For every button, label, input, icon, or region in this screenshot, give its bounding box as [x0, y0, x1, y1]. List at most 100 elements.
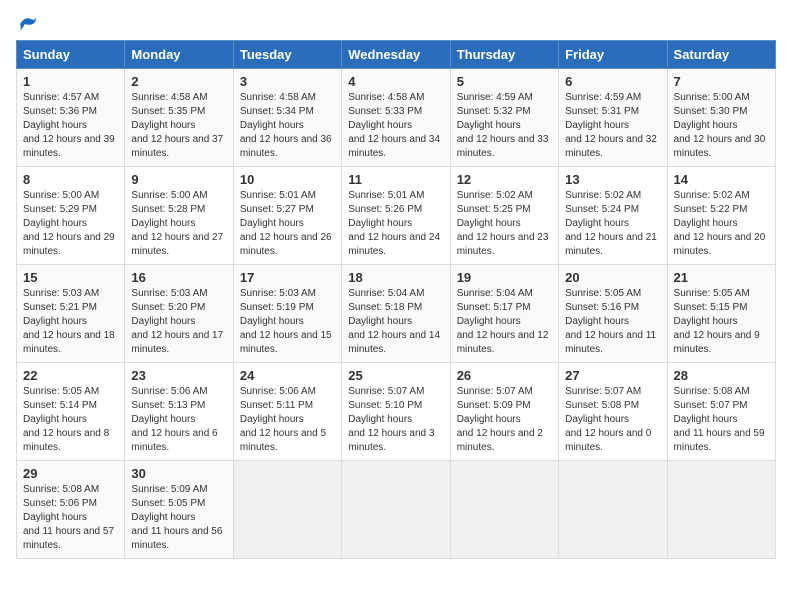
empty-cell: [342, 461, 450, 559]
day-number: 15: [23, 270, 118, 285]
calendar-cell-28: 28 Sunrise: 5:08 AM Sunset: 5:07 PM Dayl…: [667, 363, 775, 461]
day-info: Sunrise: 5:07 AM Sunset: 5:10 PM Dayligh…: [348, 385, 443, 455]
calendar-cell-26: 26 Sunrise: 5:07 AM Sunset: 5:09 PM Dayl…: [450, 363, 558, 461]
calendar-row-2: 8 Sunrise: 5:00 AM Sunset: 5:29 PM Dayli…: [17, 167, 776, 265]
calendar-cell-1: 1 Sunrise: 4:57 AM Sunset: 5:36 PM Dayli…: [17, 69, 125, 167]
col-friday: Friday: [559, 41, 667, 69]
calendar-cell-24: 24 Sunrise: 5:06 AM Sunset: 5:11 PM Dayl…: [233, 363, 341, 461]
calendar-cell-15: 15 Sunrise: 5:03 AM Sunset: 5:21 PM Dayl…: [17, 265, 125, 363]
day-info: Sunrise: 4:59 AM Sunset: 5:31 PM Dayligh…: [565, 91, 660, 161]
logo: [16, 16, 40, 32]
day-number: 20: [565, 270, 660, 285]
day-number: 1: [23, 74, 118, 89]
calendar-cell-8: 8 Sunrise: 5:00 AM Sunset: 5:29 PM Dayli…: [17, 167, 125, 265]
day-number: 23: [131, 368, 226, 383]
day-info: Sunrise: 5:04 AM Sunset: 5:18 PM Dayligh…: [348, 287, 443, 357]
day-info: Sunrise: 5:02 AM Sunset: 5:24 PM Dayligh…: [565, 189, 660, 259]
day-info: Sunrise: 5:03 AM Sunset: 5:21 PM Dayligh…: [23, 287, 118, 357]
calendar-row-3: 15 Sunrise: 5:03 AM Sunset: 5:21 PM Dayl…: [17, 265, 776, 363]
day-info: Sunrise: 5:07 AM Sunset: 5:09 PM Dayligh…: [457, 385, 552, 455]
calendar-cell-18: 18 Sunrise: 5:04 AM Sunset: 5:18 PM Dayl…: [342, 265, 450, 363]
calendar-table: Sunday Monday Tuesday Wednesday Thursday…: [16, 40, 776, 559]
day-info: Sunrise: 5:05 AM Sunset: 5:16 PM Dayligh…: [565, 287, 660, 357]
calendar-cell-5: 5 Sunrise: 4:59 AM Sunset: 5:32 PM Dayli…: [450, 69, 558, 167]
day-info: Sunrise: 5:02 AM Sunset: 5:22 PM Dayligh…: [674, 189, 769, 259]
calendar-cell-19: 19 Sunrise: 5:04 AM Sunset: 5:17 PM Dayl…: [450, 265, 558, 363]
col-wednesday: Wednesday: [342, 41, 450, 69]
calendar-cell-22: 22 Sunrise: 5:05 AM Sunset: 5:14 PM Dayl…: [17, 363, 125, 461]
calendar-cell-4: 4 Sunrise: 4:58 AM Sunset: 5:33 PM Dayli…: [342, 69, 450, 167]
col-tuesday: Tuesday: [233, 41, 341, 69]
day-number: 16: [131, 270, 226, 285]
calendar-cell-11: 11 Sunrise: 5:01 AM Sunset: 5:26 PM Dayl…: [342, 167, 450, 265]
day-info: Sunrise: 5:03 AM Sunset: 5:20 PM Dayligh…: [131, 287, 226, 357]
day-info: Sunrise: 5:09 AM Sunset: 5:05 PM Dayligh…: [131, 483, 226, 553]
calendar-cell-13: 13 Sunrise: 5:02 AM Sunset: 5:24 PM Dayl…: [559, 167, 667, 265]
day-number: 14: [674, 172, 769, 187]
day-info: Sunrise: 5:00 AM Sunset: 5:28 PM Dayligh…: [131, 189, 226, 259]
calendar-cell-30: 30 Sunrise: 5:09 AM Sunset: 5:05 PM Dayl…: [125, 461, 233, 559]
day-number: 7: [674, 74, 769, 89]
day-number: 13: [565, 172, 660, 187]
logo-bird-icon: [18, 16, 38, 32]
logo-area: [16, 16, 40, 32]
empty-cell: [559, 461, 667, 559]
calendar-cell-6: 6 Sunrise: 4:59 AM Sunset: 5:31 PM Dayli…: [559, 69, 667, 167]
day-info: Sunrise: 4:59 AM Sunset: 5:32 PM Dayligh…: [457, 91, 552, 161]
calendar-cell-27: 27 Sunrise: 5:07 AM Sunset: 5:08 PM Dayl…: [559, 363, 667, 461]
day-number: 25: [348, 368, 443, 383]
calendar-cell-16: 16 Sunrise: 5:03 AM Sunset: 5:20 PM Dayl…: [125, 265, 233, 363]
day-info: Sunrise: 5:05 AM Sunset: 5:15 PM Dayligh…: [674, 287, 769, 357]
day-info: Sunrise: 5:01 AM Sunset: 5:27 PM Dayligh…: [240, 189, 335, 259]
day-number: 10: [240, 172, 335, 187]
day-info: Sunrise: 5:00 AM Sunset: 5:30 PM Dayligh…: [674, 91, 769, 161]
day-info: Sunrise: 5:00 AM Sunset: 5:29 PM Dayligh…: [23, 189, 118, 259]
day-number: 22: [23, 368, 118, 383]
day-number: 28: [674, 368, 769, 383]
day-number: 21: [674, 270, 769, 285]
day-info: Sunrise: 5:01 AM Sunset: 5:26 PM Dayligh…: [348, 189, 443, 259]
day-number: 5: [457, 74, 552, 89]
calendar-header-row: Sunday Monday Tuesday Wednesday Thursday…: [17, 41, 776, 69]
calendar-cell-7: 7 Sunrise: 5:00 AM Sunset: 5:30 PM Dayli…: [667, 69, 775, 167]
calendar-cell-14: 14 Sunrise: 5:02 AM Sunset: 5:22 PM Dayl…: [667, 167, 775, 265]
calendar-row-5: 29 Sunrise: 5:08 AM Sunset: 5:06 PM Dayl…: [17, 461, 776, 559]
calendar-cell-9: 9 Sunrise: 5:00 AM Sunset: 5:28 PM Dayli…: [125, 167, 233, 265]
day-number: 4: [348, 74, 443, 89]
calendar-cell-10: 10 Sunrise: 5:01 AM Sunset: 5:27 PM Dayl…: [233, 167, 341, 265]
day-number: 2: [131, 74, 226, 89]
day-number: 8: [23, 172, 118, 187]
calendar-cell-29: 29 Sunrise: 5:08 AM Sunset: 5:06 PM Dayl…: [17, 461, 125, 559]
col-sunday: Sunday: [17, 41, 125, 69]
day-info: Sunrise: 4:57 AM Sunset: 5:36 PM Dayligh…: [23, 91, 118, 161]
day-info: Sunrise: 5:06 AM Sunset: 5:13 PM Dayligh…: [131, 385, 226, 455]
day-number: 17: [240, 270, 335, 285]
calendar-body: 1 Sunrise: 4:57 AM Sunset: 5:36 PM Dayli…: [17, 69, 776, 559]
col-saturday: Saturday: [667, 41, 775, 69]
calendar-cell-20: 20 Sunrise: 5:05 AM Sunset: 5:16 PM Dayl…: [559, 265, 667, 363]
day-number: 11: [348, 172, 443, 187]
calendar-cell-23: 23 Sunrise: 5:06 AM Sunset: 5:13 PM Dayl…: [125, 363, 233, 461]
day-info: Sunrise: 5:05 AM Sunset: 5:14 PM Dayligh…: [23, 385, 118, 455]
day-number: 18: [348, 270, 443, 285]
day-number: 6: [565, 74, 660, 89]
day-info: Sunrise: 5:02 AM Sunset: 5:25 PM Dayligh…: [457, 189, 552, 259]
calendar-cell-17: 17 Sunrise: 5:03 AM Sunset: 5:19 PM Dayl…: [233, 265, 341, 363]
day-info: Sunrise: 4:58 AM Sunset: 5:33 PM Dayligh…: [348, 91, 443, 161]
day-number: 30: [131, 466, 226, 481]
calendar-cell-12: 12 Sunrise: 5:02 AM Sunset: 5:25 PM Dayl…: [450, 167, 558, 265]
col-monday: Monday: [125, 41, 233, 69]
day-number: 24: [240, 368, 335, 383]
calendar-cell-21: 21 Sunrise: 5:05 AM Sunset: 5:15 PM Dayl…: [667, 265, 775, 363]
day-number: 27: [565, 368, 660, 383]
day-info: Sunrise: 4:58 AM Sunset: 5:34 PM Dayligh…: [240, 91, 335, 161]
day-number: 19: [457, 270, 552, 285]
col-thursday: Thursday: [450, 41, 558, 69]
calendar-cell-2: 2 Sunrise: 4:58 AM Sunset: 5:35 PM Dayli…: [125, 69, 233, 167]
day-number: 26: [457, 368, 552, 383]
calendar-cell-25: 25 Sunrise: 5:07 AM Sunset: 5:10 PM Dayl…: [342, 363, 450, 461]
day-info: Sunrise: 5:03 AM Sunset: 5:19 PM Dayligh…: [240, 287, 335, 357]
day-info: Sunrise: 4:58 AM Sunset: 5:35 PM Dayligh…: [131, 91, 226, 161]
day-number: 29: [23, 466, 118, 481]
calendar-row-1: 1 Sunrise: 4:57 AM Sunset: 5:36 PM Dayli…: [17, 69, 776, 167]
